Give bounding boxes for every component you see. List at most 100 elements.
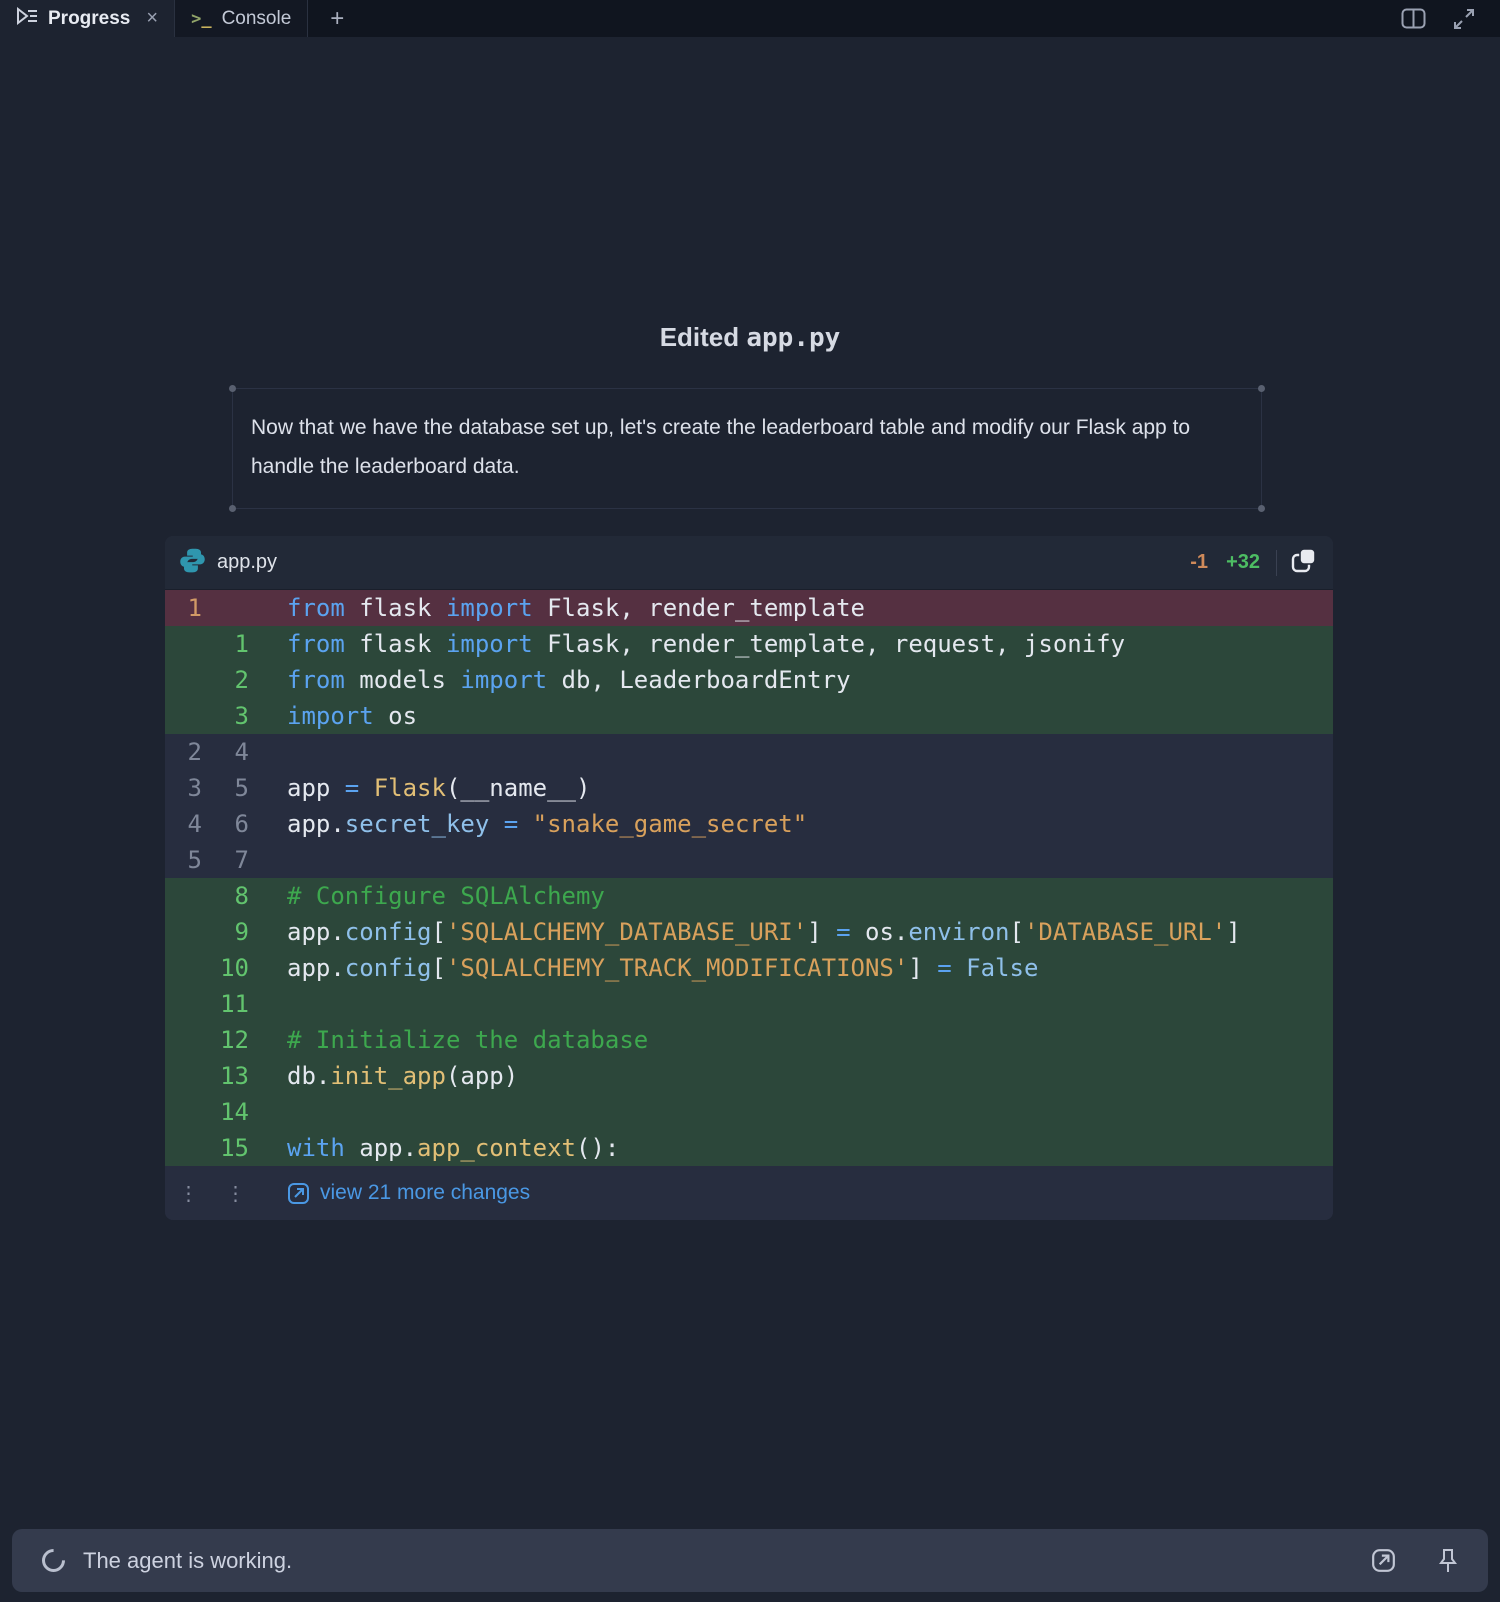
code-line: import os (259, 698, 417, 734)
old-line-number (165, 914, 212, 950)
code-line: app = Flask(__name__) (259, 770, 590, 806)
old-line-number (165, 662, 212, 698)
view-more-changes-link[interactable]: view 21 more changes (287, 1181, 530, 1205)
diff-line-added: 2from models import db, LeaderboardEntry (165, 662, 1333, 698)
new-line-number: 13 (212, 1058, 259, 1094)
diff-lines: 1from flask import Flask, render_templat… (165, 590, 1333, 1166)
diff-card: app.py -1 +32 1from flask import Flask, … (165, 536, 1333, 1220)
code-line: app.config['SQLALCHEMY_DATABASE_URI'] = … (259, 914, 1241, 950)
code-line: app.secret_key = "snake_game_secret" (259, 806, 807, 842)
tab-console[interactable]: >_ Console (175, 0, 307, 37)
old-line-number (165, 1022, 212, 1058)
diff-footer: ⋮ ⋮ view 21 more changes (165, 1166, 1333, 1220)
code-line: # Configure SQLAlchemy (259, 878, 605, 914)
new-line-number: 10 (212, 950, 259, 986)
code-line: from flask import Flask, render_template (259, 590, 865, 626)
header-divider (1276, 550, 1277, 576)
new-gutter-ellipsis: ⋮ (212, 1181, 259, 1205)
new-line-number: 9 (212, 914, 259, 950)
code-line: db.init_app(app) (259, 1058, 518, 1094)
edited-filename: app.py (746, 323, 840, 353)
new-line-number (212, 590, 259, 626)
open-diff-icon (287, 1182, 310, 1205)
new-line-number: 15 (212, 1130, 259, 1166)
diff-line-added: 13db.init_app(app) (165, 1058, 1333, 1094)
diff-line-added: 8# Configure SQLAlchemy (165, 878, 1333, 914)
diff-line-added: 9app.config['SQLALCHEMY_DATABASE_URI'] =… (165, 914, 1333, 950)
split-view-icon[interactable] (1401, 8, 1426, 29)
tab-console-label: Console (222, 8, 292, 30)
new-line-number: 8 (212, 878, 259, 914)
open-external-icon[interactable] (1371, 1548, 1396, 1573)
new-line-number: 7 (212, 842, 259, 878)
new-tab-button[interactable]: + (308, 0, 366, 37)
new-line-number: 1 (212, 626, 259, 662)
diff-line-added: 15with app.app_context(): (165, 1130, 1333, 1166)
new-line-number: 2 (212, 662, 259, 698)
agent-message-text: Now that we have the database set up, le… (251, 408, 1211, 486)
diff-line-added: 11 (165, 986, 1333, 1022)
old-line-number (165, 1058, 212, 1094)
tab-progress-label: Progress (48, 8, 130, 30)
diff-line-context: 24 (165, 734, 1333, 770)
code-line: app.config['SQLALCHEMY_TRACK_MODIFICATIO… (259, 950, 1038, 986)
corner-dot (1258, 385, 1265, 392)
diff-line-added: 14 (165, 1094, 1333, 1130)
agent-message-box: Now that we have the database set up, le… (232, 388, 1262, 509)
diff-card-header: app.py -1 +32 (165, 536, 1333, 590)
close-icon[interactable]: × (146, 7, 158, 30)
new-line-number: 6 (212, 806, 259, 842)
spinner-icon (37, 1544, 70, 1577)
terminal-icon: >_ (191, 9, 212, 29)
page-title: Edited app.py (0, 322, 1500, 353)
tab-progress[interactable]: Progress × (0, 0, 174, 37)
diff-filename: app.py (217, 551, 277, 574)
old-line-number (165, 1130, 212, 1166)
new-line-number: 5 (212, 770, 259, 806)
diff-line-context: 35app = Flask(__name__) (165, 770, 1333, 806)
pin-icon[interactable] (1438, 1548, 1458, 1574)
old-line-number: 5 (165, 842, 212, 878)
new-line-number: 3 (212, 698, 259, 734)
old-line-number: 2 (165, 734, 212, 770)
old-line-number (165, 950, 212, 986)
new-line-number: 4 (212, 734, 259, 770)
old-line-number (165, 698, 212, 734)
diff-line-added: 1from flask import Flask, render_templat… (165, 626, 1333, 662)
code-line (259, 734, 287, 770)
code-line: from flask import Flask, render_template… (259, 626, 1125, 662)
diff-line-removed: 1 from flask import Flask, render_templat… (165, 590, 1333, 626)
new-line-number: 14 (212, 1094, 259, 1130)
agent-status-text: The agent is working. (83, 1548, 292, 1574)
expand-icon[interactable] (1452, 7, 1476, 31)
new-line-number: 11 (212, 986, 259, 1022)
diff-line-added: 3import os (165, 698, 1333, 734)
progress-list-icon (16, 7, 38, 31)
old-line-number (165, 986, 212, 1022)
old-line-number: 3 (165, 770, 212, 806)
old-line-number: 1 (165, 590, 212, 626)
code-line (259, 1094, 287, 1130)
old-line-number (165, 1094, 212, 1130)
python-file-icon (179, 547, 206, 579)
diff-line-context: 46app.secret_key = "snake_game_secret" (165, 806, 1333, 842)
agent-status-bar: The agent is working. (12, 1529, 1488, 1592)
added-count: +32 (1226, 551, 1260, 574)
tab-bar: Progress × >_ Console + (0, 0, 1500, 37)
code-line: # Initialize the database (259, 1022, 648, 1058)
diff-line-context: 57 (165, 842, 1333, 878)
corner-dot (229, 505, 236, 512)
code-line (259, 842, 287, 878)
old-line-number (165, 878, 212, 914)
copy-icon[interactable] (1291, 547, 1317, 578)
old-line-number (165, 626, 212, 662)
removed-count: -1 (1190, 551, 1208, 574)
diff-line-added: 12# Initialize the database (165, 1022, 1333, 1058)
corner-dot (229, 385, 236, 392)
old-gutter-ellipsis: ⋮ (165, 1181, 212, 1205)
diff-line-added: 10app.config['SQLALCHEMY_TRACK_MODIFICAT… (165, 950, 1333, 986)
old-line-number: 4 (165, 806, 212, 842)
code-line: with app.app_context(): (259, 1130, 619, 1166)
code-line: from models import db, LeaderboardEntry (259, 662, 851, 698)
code-line (259, 986, 287, 1022)
